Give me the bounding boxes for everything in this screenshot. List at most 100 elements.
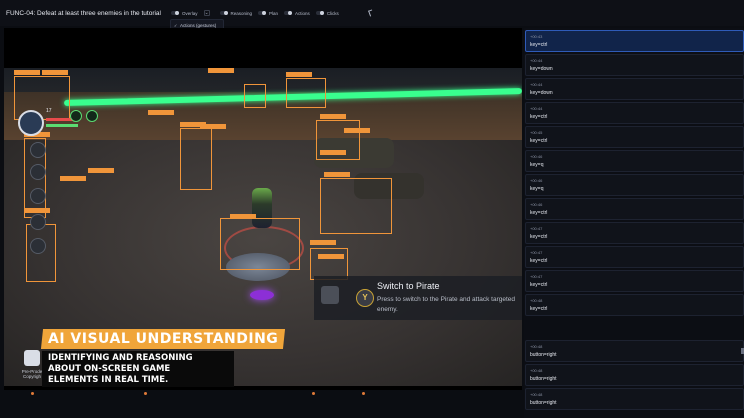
action-log-item[interactable]: +00:47 key=ctrl (525, 246, 744, 268)
action-time: +00:47 (530, 226, 543, 231)
character-slot (30, 238, 46, 254)
toggle-label: Plan (269, 10, 279, 16)
dropdown-toggle[interactable]: ⌄ (203, 10, 210, 16)
subline-banner: IDENTIFYING AND REASONING ABOUT ON-SCREE… (42, 351, 234, 387)
logo-caption: Pre-Prode Copyrigh (20, 369, 44, 379)
toggle-switch[interactable] (315, 11, 324, 15)
detection-tag (14, 70, 40, 75)
toggle-switch[interactable] (219, 11, 228, 15)
action-log-item[interactable]: +00:47 key=ctrl (525, 222, 744, 244)
action-key: key=ctrl (530, 138, 548, 144)
detection-tag (320, 150, 346, 155)
detection-box (286, 78, 326, 108)
action-time: +00:48 (530, 298, 543, 303)
action-key: key=ctrl (530, 42, 548, 48)
detection-tag (324, 172, 350, 177)
action-key: key=ctrl (530, 258, 548, 264)
action-key: key=ctrl (530, 306, 548, 312)
detection-tag (24, 208, 50, 213)
chevron-down-icon[interactable]: ⌄ (203, 10, 210, 16)
level-number: 17 (46, 108, 52, 114)
subline-text: ELEMENTS IN REAL TIME. (48, 375, 169, 385)
detection-box (180, 128, 212, 190)
action-log-item[interactable]: +00:43 key=ctrl (525, 30, 744, 52)
action-time: +00:48 (530, 344, 543, 349)
action-log-panel: +00:43 key=ctrl +00:44 key=down +00:44 k… (524, 28, 744, 418)
subline-text: IDENTIFYING AND REASONING (48, 353, 193, 363)
reasoning-toggle[interactable]: Reasoning (219, 10, 253, 16)
pirate-icon (321, 286, 339, 304)
action-log-item[interactable]: +00:48 key=ctrl (525, 294, 744, 316)
detection-tag (60, 176, 86, 181)
clicks-toggle[interactable]: Clicks (315, 10, 339, 16)
action-key: button=right (530, 376, 557, 382)
action-key: key=q (530, 186, 544, 192)
detection-box (220, 218, 300, 270)
action-time: +00:44 (530, 106, 543, 111)
detection-tag (286, 72, 312, 77)
detection-tag (42, 70, 68, 75)
action-time: +00:48 (530, 368, 543, 373)
detection-tag (148, 110, 174, 115)
game-viewport[interactable]: 17 Y Switch to Pirate Press to switch to… (4, 28, 522, 390)
action-log-item[interactable]: +00:46 key=ctrl (525, 198, 744, 220)
action-time: +00:46 (530, 178, 543, 183)
action-log-item[interactable]: +00:48 button=right (525, 364, 744, 386)
detection-tag (208, 68, 234, 73)
headline-text: AI VISUAL UNDERSTANDING (48, 331, 279, 347)
action-log-item[interactable]: +00:45 key=ctrl (525, 126, 744, 148)
action-time: +00:47 (530, 250, 543, 255)
detection-box (244, 84, 266, 108)
action-log-item[interactable]: +00:48 button=right (525, 388, 744, 410)
action-log-item[interactable]: +00:44 key=down (525, 78, 744, 100)
glow-marker (250, 290, 274, 300)
action-log-item[interactable]: +00:46 key=q (525, 174, 744, 196)
action-time: +00:47 (530, 274, 543, 279)
overlay-toggle[interactable]: Overlay (171, 11, 198, 16)
timeline-marker[interactable] (312, 392, 315, 395)
detection-tag (344, 128, 370, 133)
action-key: key=ctrl (530, 114, 548, 120)
action-key: key=down (530, 66, 553, 72)
actions-toggle[interactable]: Actions (284, 11, 310, 16)
action-time: +00:44 (530, 58, 543, 63)
detection-tag (200, 124, 226, 129)
headline-banner: AI VISUAL UNDERSTANDING (40, 329, 286, 349)
action-time: +00:43 (530, 34, 543, 39)
action-log-item[interactable]: +00:47 key=ctrl (525, 270, 744, 292)
action-time: +00:46 (530, 154, 543, 159)
action-log-item[interactable]: +00:44 key=ctrl (525, 102, 744, 124)
prompt-title: Switch to Pirate (377, 281, 440, 291)
action-key: key=q (530, 162, 544, 168)
detection-tag (88, 168, 114, 173)
timeline-marker[interactable] (31, 392, 34, 395)
detection-box (320, 178, 392, 234)
plan-toggle[interactable]: Plan (258, 11, 278, 16)
character-avatar (18, 110, 44, 136)
action-time: +00:44 (530, 82, 543, 87)
prompt-text: Press to switch to the Pirate and attack… (377, 296, 516, 313)
toggle-switch[interactable] (171, 11, 179, 15)
timeline-marker[interactable] (144, 392, 147, 395)
toggle-label: Reasoning (230, 10, 253, 16)
y-button-icon: Y (356, 289, 374, 307)
toggle-label: Clicks (326, 10, 339, 16)
toggle-switch[interactable] (258, 11, 267, 15)
task-title: FUNC-04: Defeat at least three enemies i… (6, 9, 161, 17)
action-time: +00:48 (530, 392, 543, 397)
action-key: button=right (530, 352, 557, 358)
detection-tag (230, 214, 256, 219)
detection-tag (310, 240, 336, 245)
character-slot (30, 214, 46, 230)
timeline-marker[interactable] (362, 392, 365, 395)
energy-bar (46, 124, 78, 127)
character-slot (30, 164, 46, 180)
action-log-item[interactable]: +00:44 key=down (525, 54, 744, 76)
action-log-item[interactable]: +00:46 key=q (525, 150, 744, 172)
character-slot (30, 188, 46, 204)
action-key: key=ctrl (530, 234, 548, 240)
action-log-item[interactable]: +00:48 button=right (525, 340, 744, 362)
character-slot (30, 142, 46, 158)
detection-tag (318, 254, 344, 259)
toggle-switch[interactable] (284, 11, 293, 15)
